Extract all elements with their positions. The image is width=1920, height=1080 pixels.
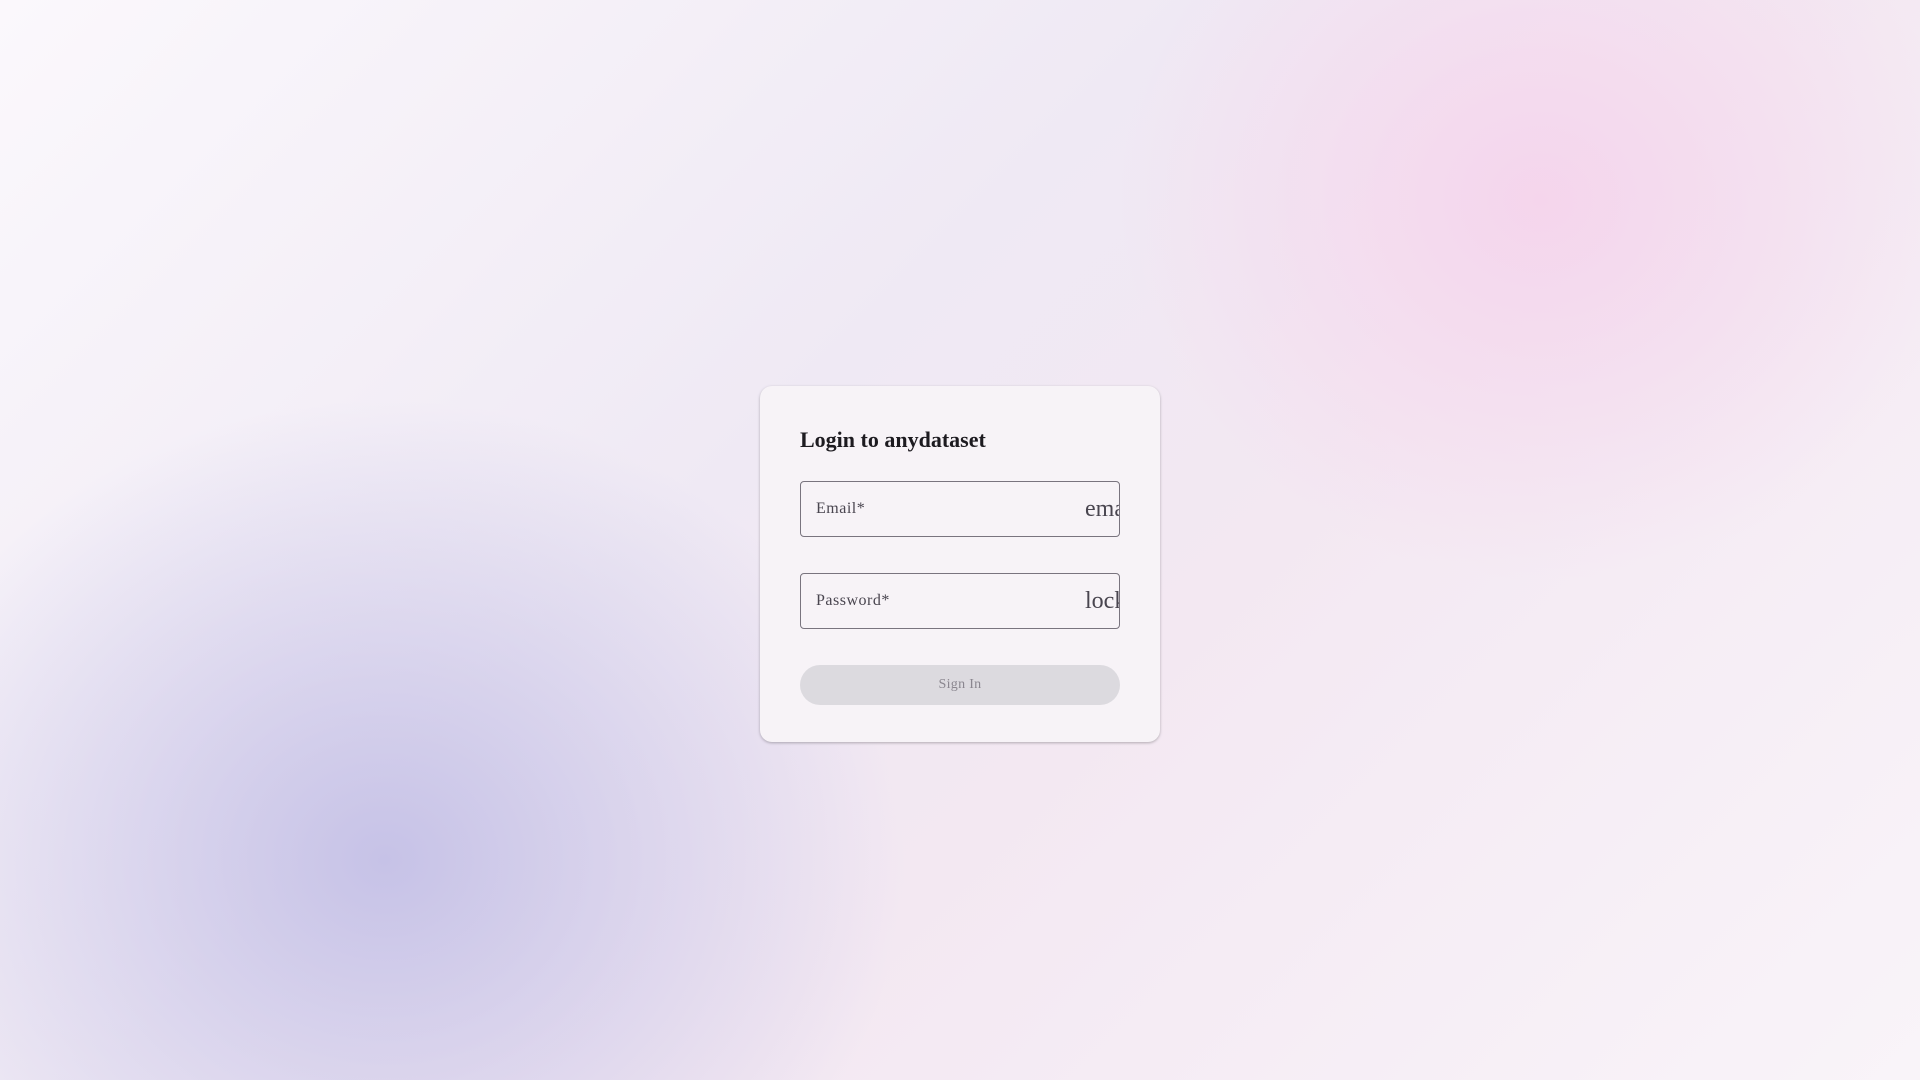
login-card: Login to anydataset Email* email Passwor… xyxy=(760,386,1160,742)
sign-in-button[interactable]: Sign In xyxy=(800,665,1120,705)
lock-icon: lock xyxy=(1085,588,1119,614)
email-icon: email xyxy=(1085,496,1119,522)
email-input[interactable] xyxy=(801,482,1119,536)
password-field[interactable]: Password* lock xyxy=(800,573,1120,629)
password-input[interactable] xyxy=(801,574,1119,628)
email-field[interactable]: Email* email xyxy=(800,481,1120,537)
login-title: Login to anydataset xyxy=(800,427,986,452)
